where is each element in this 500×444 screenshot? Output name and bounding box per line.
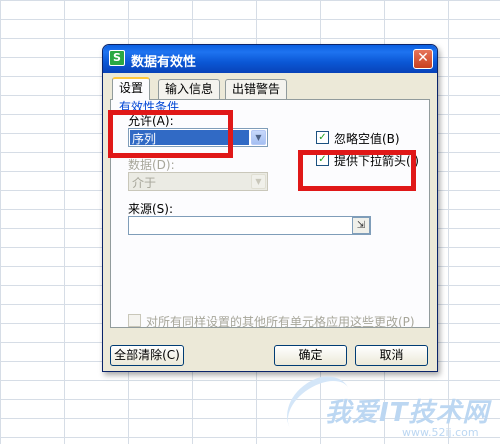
close-button[interactable]: ✕ <box>413 49 433 69</box>
ignore-blank-checkbox[interactable]: ✓ <box>316 131 329 144</box>
source-input[interactable]: ⇲ <box>128 216 371 235</box>
data-select[interactable]: 介于 ▼ <box>128 172 268 191</box>
clear-all-button[interactable]: 全部清除(C) <box>110 345 184 366</box>
ignore-blank-label: 忽略空值(B) <box>334 132 400 146</box>
wps-app-icon: S <box>109 50 125 66</box>
range-picker-icon[interactable]: ⇲ <box>352 217 370 234</box>
tab-input-message[interactable]: 输入信息 <box>158 79 221 99</box>
dialog-title: 数据有效性 <box>131 55 197 70</box>
title-bar[interactable]: S 数据有效性 ✕ <box>103 45 437 73</box>
data-select-value: 介于 <box>132 176 157 190</box>
tab-error-alert[interactable]: 出错警告 <box>225 79 288 99</box>
data-label: 数据(D): <box>128 158 175 172</box>
chevron-down-icon[interactable]: ▼ <box>251 130 266 145</box>
chevron-down-icon[interactable]: ▼ <box>251 174 266 189</box>
annotation-allow-highlight <box>108 110 233 158</box>
annotation-dropdown-highlight <box>298 150 416 191</box>
tab-settings[interactable]: 设置 <box>112 77 151 100</box>
apply-all-label: 对所有同样设置的其他所有单元格应用这些更改(P) <box>146 315 415 329</box>
watermark-text: 我爱IT技术网 <box>325 398 490 428</box>
data-validation-dialog: S 数据有效性 ✕ 设置 输入信息 出错警告 有效性条件 允许(A): 序列 ▼… <box>102 44 438 372</box>
ok-button[interactable]: 确定 <box>274 345 347 366</box>
watermark-url: www.52ij.com <box>402 426 479 439</box>
apply-all-checkbox[interactable] <box>128 314 141 327</box>
source-label: 来源(S): <box>128 202 174 216</box>
cancel-button[interactable]: 取消 <box>355 345 428 366</box>
